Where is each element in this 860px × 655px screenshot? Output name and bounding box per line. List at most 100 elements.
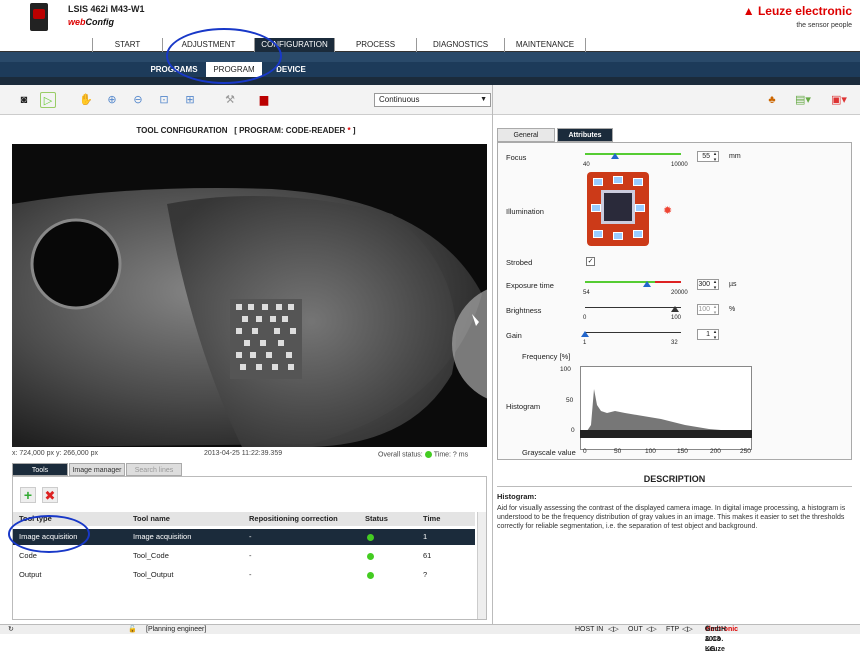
tool-tabs: Tools Image manager Search lines <box>12 463 487 476</box>
users-icon[interactable]: ♣ <box>764 92 780 108</box>
histogram-y-tick: 50 <box>566 397 574 404</box>
status-ok-icon <box>424 451 432 458</box>
delete-tool-button[interactable]: ✖ <box>42 487 58 503</box>
highlight-ellipse-configuration <box>166 28 282 84</box>
add-tool-button[interactable]: + <box>20 487 36 503</box>
hand-icon[interactable]: ✋ <box>78 92 94 108</box>
header-status: Status <box>365 514 388 523</box>
header-repositioning: Repositioning correction <box>249 514 338 523</box>
mode-select[interactable]: Continuous ▼ <box>374 93 491 107</box>
focus-slider[interactable]: 40 10000 <box>583 150 688 168</box>
brightness-min: 0 <box>583 315 587 321</box>
row-time: 61 <box>423 551 432 560</box>
overall-status: Overall status: Time: ? ms <box>378 451 468 458</box>
exposure-min: 54 <box>583 290 590 296</box>
overall-status-label: Overall status: <box>378 451 423 459</box>
tab-general[interactable]: General <box>497 128 555 142</box>
menu-diagnostics[interactable]: DIAGNOSTICS <box>416 38 504 52</box>
header-tool-name: Tool name <box>133 514 170 523</box>
focus-input[interactable]: 55 <box>697 151 719 163</box>
camera-icon[interactable]: ◙ <box>16 92 32 108</box>
tools-icon[interactable]: ⚒ <box>222 92 238 108</box>
gain-input[interactable]: 1 <box>697 329 719 341</box>
camera-image[interactable] <box>12 144 487 447</box>
row-repositioning: - <box>249 532 252 541</box>
menu-maintenance[interactable]: MAINTENANCE <box>504 38 586 52</box>
histogram-y-tick: 0 <box>571 427 575 434</box>
focus-max: 10000 <box>671 162 688 168</box>
toolbar: ◙ ▷ ✋ ⊕ ⊖ ⊡ ⊞ ⚒ ▆ Continuous ▼ ♣ ▤▾ ▣▾ <box>0 85 860 115</box>
submenu-divider <box>0 77 860 85</box>
gain-slider[interactable]: 1 32 <box>581 328 681 346</box>
brightness-unit: % <box>729 306 736 313</box>
description-heading: Histogram: <box>497 492 537 501</box>
histogram-x-label: Grayscale value <box>522 448 576 457</box>
description-divider <box>497 486 852 487</box>
tool-configuration-title: TOOL CONFIGURATION [ PROGRAM: CODE-READE… <box>0 126 492 135</box>
view-icon[interactable]: ▤▾ <box>790 92 816 108</box>
histogram-axis <box>580 430 752 438</box>
tab-search-lines[interactable]: Search lines <box>126 463 182 476</box>
row-tool-type: Output <box>19 570 42 579</box>
illumination-selector[interactable] <box>587 172 649 246</box>
flag-icon[interactable]: ▣▾ <box>826 92 852 108</box>
zoom-fit-icon[interactable]: ⊡ <box>156 92 172 108</box>
menu-process[interactable]: PROCESS <box>334 38 416 52</box>
table-row[interactable]: Code Tool_Code - 61 <box>13 548 475 564</box>
row-status <box>365 529 376 545</box>
histogram-x-tick: 200 <box>710 448 721 455</box>
histogram-x-tick: 0 <box>583 448 587 455</box>
highlight-ellipse-image-acquisition <box>8 515 90 553</box>
gain-min: 1 <box>583 340 587 346</box>
row-repositioning: - <box>249 551 252 560</box>
main-menu: START ADJUSTMENT CONFIGURATION PROCESS D… <box>0 38 860 52</box>
brand-logo: ▲ Leuze electronic <box>742 4 852 18</box>
tab-attributes[interactable]: Attributes <box>557 128 613 142</box>
exposure-slider[interactable]: 54 20000 <box>583 278 688 296</box>
zoom-in-icon[interactable]: ⊕ <box>104 92 120 108</box>
brightness-max: 100 <box>671 315 682 321</box>
cursor-coordinates: x: 724,000 px y: 266,000 px <box>12 450 99 457</box>
table-scrollbar[interactable] <box>477 512 486 619</box>
row-tool-name: Tool_Output <box>133 570 174 579</box>
menu-start[interactable]: START <box>92 38 162 52</box>
device-camera-icon <box>30 3 48 31</box>
status-ok-icon <box>367 533 374 541</box>
illumination-label: Illumination <box>506 207 544 216</box>
title-modified-star: * <box>347 126 351 135</box>
illumination-sun-icon[interactable]: ✹ <box>663 204 672 217</box>
row-time: 1 <box>423 532 428 541</box>
app-title-suffix: Config <box>85 17 115 27</box>
zoom-100-icon[interactable]: ⊞ <box>182 92 198 108</box>
strobed-label: Strobed <box>506 258 533 267</box>
table-row[interactable]: Output Tool_Output - ? <box>13 567 475 583</box>
header-time: Time <box>423 514 441 523</box>
tab-image-manager[interactable]: Image manager <box>69 463 125 476</box>
brightness-slider[interactable]: 0 100 <box>583 303 681 321</box>
histogram-label: Histogram <box>506 402 541 411</box>
overall-time: Time: ? ms <box>433 451 469 459</box>
gain-max: 32 <box>671 340 678 346</box>
exposure-unit: µs <box>729 281 737 288</box>
brightness-label: Brightness <box>506 306 542 315</box>
brand-tagline: the sensor people <box>796 22 852 29</box>
strobed-checkbox[interactable]: ✓ <box>586 257 595 266</box>
device-name: LSIS 462i M43-W1 <box>68 4 145 14</box>
tab-tools[interactable]: Tools <box>12 463 68 476</box>
sub-menu: PROGRAMS PROGRAM DEVICE <box>0 62 860 77</box>
copyright-c: GmbH & Co. KG <box>705 626 726 653</box>
brightness-input[interactable]: 100 <box>697 304 719 316</box>
gain-label: Gain <box>506 331 522 340</box>
chevron-down-icon: ▼ <box>480 96 487 103</box>
app-title-prefix: web <box>68 17 86 27</box>
exposure-input[interactable]: 300 <box>697 279 719 291</box>
histogram-y-label: Frequency [%] <box>522 352 571 361</box>
zoom-out-icon[interactable]: ⊖ <box>130 92 146 108</box>
image-timestamp: 2013-04-25 11:22:39.359 <box>204 450 283 457</box>
play-icon[interactable]: ▷ <box>40 92 56 108</box>
status-ok-icon <box>367 571 374 579</box>
histogram-x-tick: 100 <box>645 448 656 455</box>
app-title: webConfig <box>68 17 114 27</box>
save-icon[interactable]: ▆ <box>256 92 272 108</box>
focus-unit: mm <box>729 153 741 160</box>
